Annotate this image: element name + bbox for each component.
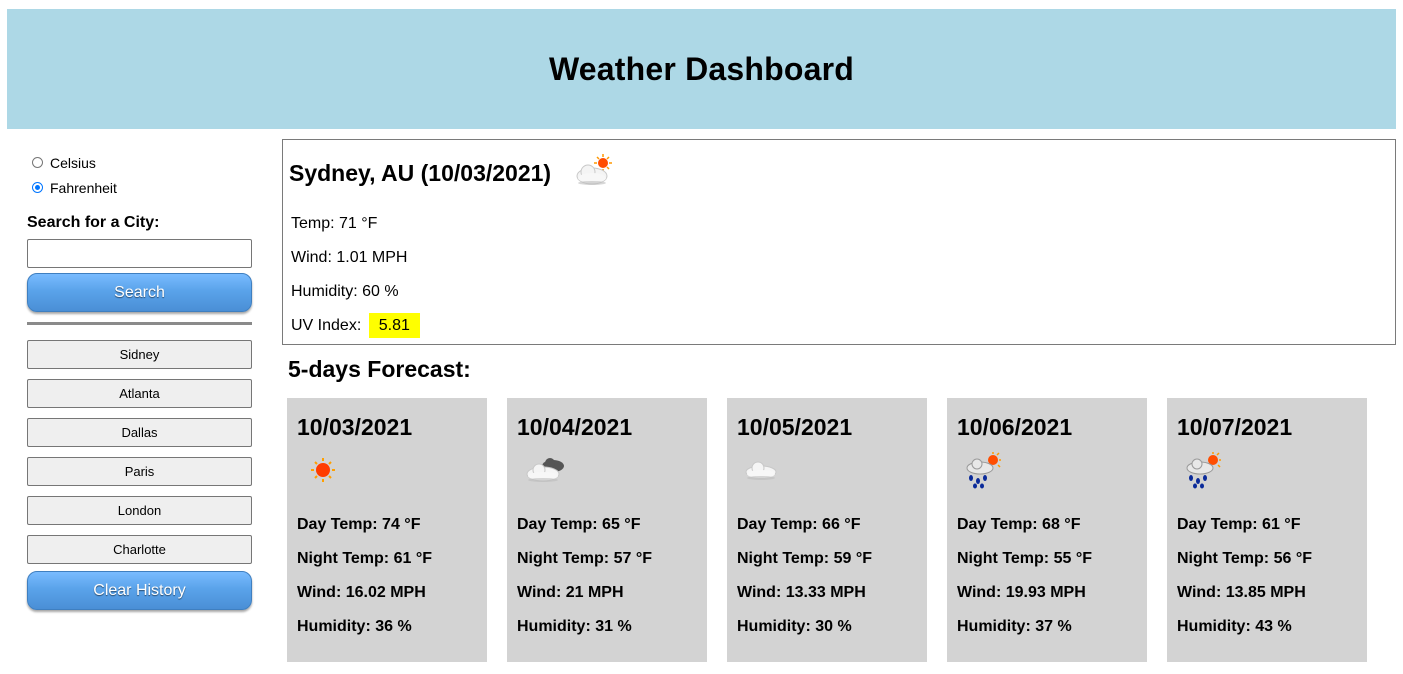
celsius-option[interactable]: Celsius — [27, 150, 252, 175]
forecast-date: 10/03/2021 — [297, 414, 413, 440]
uv-label: UV Index: — [291, 317, 362, 334]
forecast-card: 10/04/2021 Day Temp: 65 °F Night Temp: 5… — [507, 398, 707, 662]
rain-sun-icon — [966, 452, 1001, 489]
broken-clouds-icon — [526, 458, 564, 482]
forecast-humidity: Humidity: 43 % — [1177, 618, 1292, 635]
fahrenheit-label: Fahrenheit — [50, 179, 117, 196]
few-clouds-day-icon — [576, 154, 612, 185]
forecast-night-temp: Night Temp: 57 °F — [517, 550, 652, 567]
current-humidity: Humidity: 60 % — [291, 283, 399, 300]
history-item-charlotte[interactable]: Charlotte — [27, 535, 252, 564]
forecast-wind: Wind: 21 MPH — [517, 584, 624, 601]
forecast-title: 5-days Forecast: — [288, 356, 471, 382]
forecast-date: 10/04/2021 — [517, 414, 633, 440]
search-button[interactable]: Search — [27, 273, 252, 312]
forecast-wind: Wind: 13.33 MPH — [737, 584, 866, 601]
forecast-card: 10/05/2021 Day Temp: 66 °F Night Temp: 5… — [727, 398, 927, 662]
search-label: Search for a City: — [27, 214, 160, 231]
rain-sun-icon — [1186, 452, 1221, 489]
current-wind: Wind: 1.01 MPH — [291, 249, 408, 266]
sidebar: Celsius Fahrenheit Search for a City: Se… — [27, 150, 252, 610]
divider — [27, 322, 252, 325]
clear-sun-icon — [311, 458, 335, 482]
forecast-date: 10/07/2021 — [1177, 414, 1293, 440]
forecast-humidity: Humidity: 37 % — [957, 618, 1072, 635]
current-weather-panel: Sydney, AU (10/03/2021) Temp: 71 °F Wind… — [282, 139, 1396, 345]
fahrenheit-option[interactable]: Fahrenheit — [27, 175, 252, 200]
history-item-dallas[interactable]: Dallas — [27, 418, 252, 447]
page-title: Weather Dashboard — [548, 50, 855, 87]
forecast-night-temp: Night Temp: 61 °F — [297, 550, 432, 567]
forecast-card: 10/06/2021 Day Temp: 68 °F Night Temp: 5… — [947, 398, 1147, 662]
forecast-night-temp: Night Temp: 55 °F — [957, 550, 1092, 567]
forecast-humidity: Humidity: 30 % — [737, 618, 852, 635]
forecast-day-temp: Day Temp: 61 °F — [1177, 516, 1301, 533]
forecast-date: 10/06/2021 — [957, 414, 1073, 440]
forecast-wind: Wind: 16.02 MPH — [297, 584, 426, 601]
forecast-wind: Wind: 19.93 MPH — [957, 584, 1086, 601]
forecast-night-temp: Night Temp: 56 °F — [1177, 550, 1312, 567]
forecast-night-temp: Night Temp: 59 °F — [737, 550, 872, 567]
forecast-day-temp: Day Temp: 74 °F — [297, 516, 421, 533]
forecast-day-temp: Day Temp: 68 °F — [957, 516, 1081, 533]
forecast-humidity: Humidity: 31 % — [517, 618, 632, 635]
forecast-card: 10/03/2021 Day Temp: 74 °F Night Temp: 6… — [287, 398, 487, 662]
clear-history-button[interactable]: Clear History — [27, 571, 252, 610]
celsius-radio[interactable] — [32, 157, 43, 168]
current-city-title: Sydney, AU (10/03/2021) — [289, 160, 552, 186]
forecast-humidity: Humidity: 36 % — [297, 618, 412, 635]
cloud-icon — [745, 461, 777, 480]
forecast-cards: 10/03/2021 Day Temp: 74 °F Night Temp: 6… — [287, 398, 1367, 662]
city-search-input[interactable] — [27, 239, 252, 268]
history-item-atlanta[interactable]: Atlanta — [27, 379, 252, 408]
forecast-date: 10/05/2021 — [737, 414, 853, 440]
forecast-day-temp: Day Temp: 65 °F — [517, 516, 641, 533]
uv-index-badge: 5.81 — [368, 313, 420, 338]
history-item-sidney[interactable]: Sidney — [27, 340, 252, 369]
forecast-day-temp: Day Temp: 66 °F — [737, 516, 861, 533]
history-item-paris[interactable]: Paris — [27, 457, 252, 486]
search-history: Sidney Atlanta Dallas Paris London Charl… — [27, 340, 252, 564]
current-temp: Temp: 71 °F — [291, 215, 378, 232]
current-uv-row: UV Index: 5.81 — [291, 313, 420, 338]
celsius-label: Celsius — [50, 154, 96, 171]
header-banner: Weather Dashboard — [7, 9, 1396, 129]
forecast-card: 10/07/2021 Day Temp: 61 °F Night Temp: 5… — [1167, 398, 1367, 662]
history-item-london[interactable]: London — [27, 496, 252, 525]
fahrenheit-radio[interactable] — [32, 182, 43, 193]
forecast-wind: Wind: 13.85 MPH — [1177, 584, 1306, 601]
